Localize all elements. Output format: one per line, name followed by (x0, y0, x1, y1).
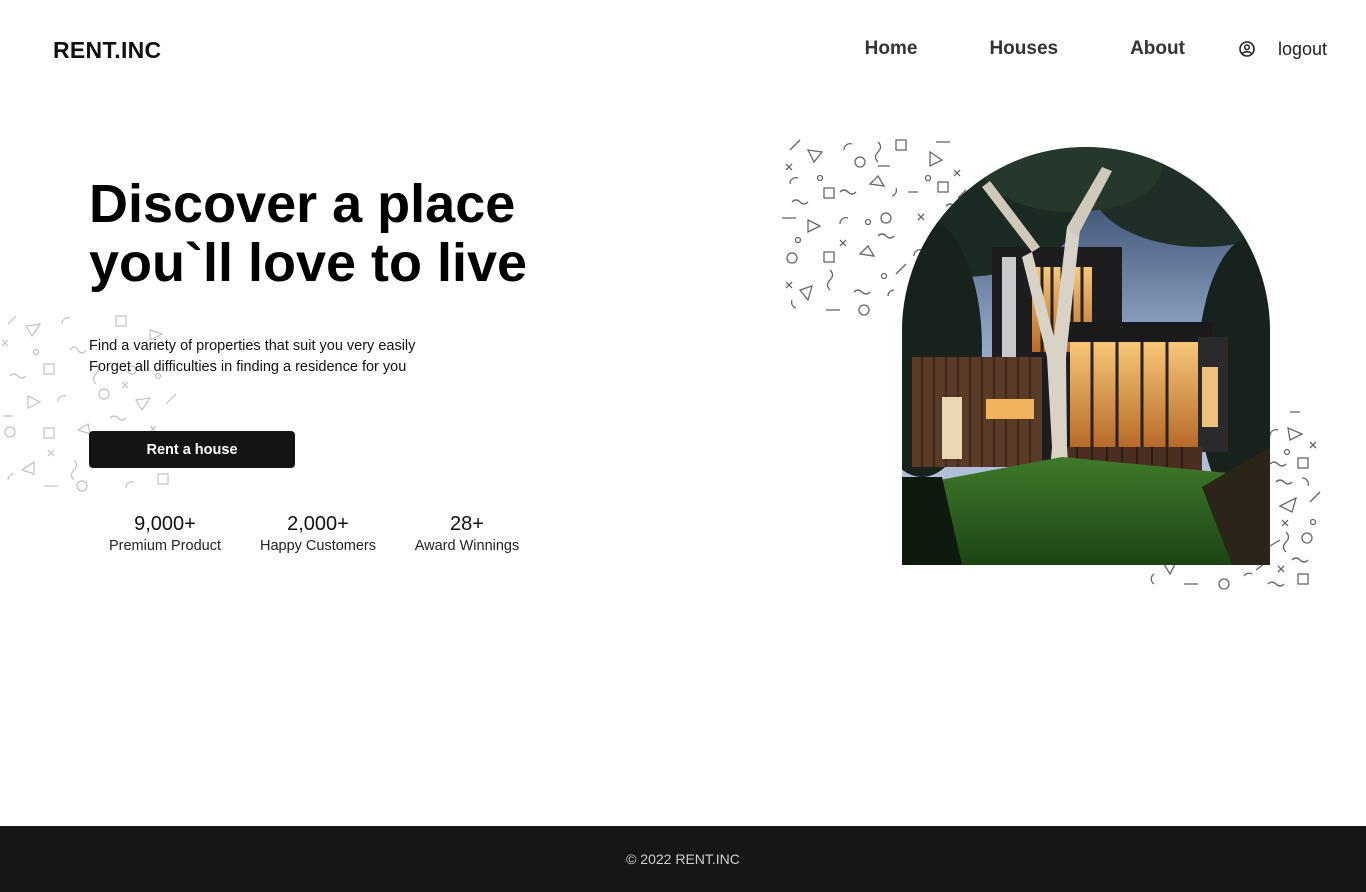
hero-title-line: you`ll love to live (89, 233, 528, 293)
house-image (902, 147, 1270, 565)
nav-home-link[interactable]: Home (865, 38, 918, 60)
footer-copyright: © 2022 RENT.INC (626, 851, 740, 867)
brand-logo[interactable]: RENT.INC (53, 37, 161, 64)
main-nav: Home Houses About logout (865, 38, 1327, 60)
stat-premium-product: 9,000+ Premium Product (104, 512, 226, 556)
nav-houses-link[interactable]: Houses (989, 38, 1058, 60)
stat-value: 2,000+ (287, 513, 349, 535)
user-circle-icon[interactable] (1239, 41, 1255, 57)
stat-label: Premium Product (108, 538, 221, 554)
hero-title: Discover a place you`ll love to live (89, 175, 649, 293)
stat-happy-customers: 2,000+ Happy Customers (252, 512, 384, 556)
house-illustration (902, 147, 1270, 565)
site-footer: © 2022 RENT.INC (0, 826, 1366, 892)
rent-a-house-button[interactable]: Rent a house (89, 431, 295, 468)
stat-label: Award Winnings (414, 538, 520, 554)
hero-subtitle-line: Find a variety of properties that suit y… (89, 338, 416, 354)
hero-subtitle: Find a variety of properties that suit y… (89, 336, 415, 378)
logout-link[interactable]: logout (1278, 39, 1327, 60)
nav-about-link[interactable]: About (1130, 38, 1185, 60)
stat-award-winnings: 28+ Award Winnings (408, 512, 526, 556)
hero-subtitle-line: Forget all difficulties in finding a res… (89, 359, 407, 375)
stat-value: 28+ (450, 513, 484, 535)
stat-value: 9,000+ (134, 513, 196, 535)
stat-label: Happy Customers (259, 538, 377, 554)
stats-row: 9,000+ Premium Product 2,000+ Happy Cust… (0, 512, 620, 562)
hero-title-line: Discover a place (89, 174, 516, 234)
